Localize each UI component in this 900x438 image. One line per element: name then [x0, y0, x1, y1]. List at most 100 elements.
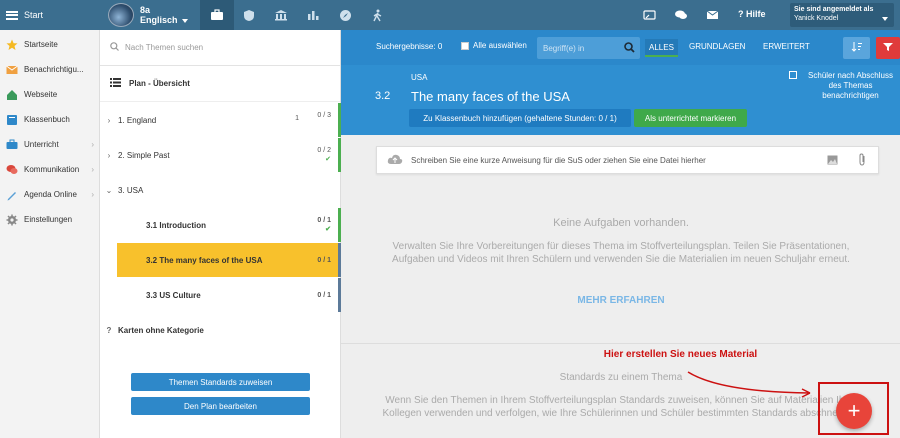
chevron-down-icon	[181, 18, 188, 23]
topic-row-simple-past[interactable]: › 2. Simple Past 0 / 2 ✔	[100, 138, 341, 172]
topic-progress: 0 / 1	[317, 292, 331, 299]
list-icon	[110, 78, 121, 89]
user-label: Sie sind angemeldet als	[794, 6, 874, 13]
sidebar-item-webseite[interactable]: Webseite	[0, 82, 99, 107]
class-avatar	[108, 3, 134, 27]
sidebar-item-startseite[interactable]: Startseite	[0, 32, 99, 57]
tab-alles[interactable]: ALLES	[645, 39, 678, 57]
gear-icon	[6, 214, 18, 226]
class-selector[interactable]: 8a Englisch	[108, 3, 188, 27]
add-to-classbook-button[interactable]: Zu Klassenbuch hinzufügen (gehaltene Stu…	[409, 109, 631, 127]
sidebar-item-label: Kommunikation	[24, 165, 80, 174]
sidebar-item-agenda-online[interactable]: Agenda Online ›	[0, 182, 99, 207]
book-icon	[6, 114, 18, 126]
topic-progress: 0 / 1	[317, 257, 331, 264]
mail-icon[interactable]	[695, 0, 729, 30]
checkbox-icon	[461, 41, 469, 50]
select-all-label: Alle auswählen	[473, 41, 527, 50]
instruction-input[interactable]: Schreiben Sie eine kurze Anweisung für d…	[376, 146, 879, 174]
parent-topic: USA	[411, 73, 428, 82]
sidebar-item-label: Klassenbuch	[24, 115, 70, 124]
chevron-right-icon: ›	[91, 140, 94, 149]
image-icon[interactable]	[827, 155, 838, 167]
top-bar: Start 8a Englisch ? Hilfe Sie sind angem…	[0, 0, 900, 30]
topic-row-introduction[interactable]: 3.1 Introduction 0 / 1 ✔	[100, 208, 341, 242]
briefcase-icon	[6, 139, 18, 151]
plan-title: Plan - Übersicht	[129, 79, 190, 88]
section-divider	[341, 343, 900, 344]
tab-grundlagen[interactable]: GRUNDLAGEN	[689, 42, 745, 51]
screen-share-icon[interactable]	[632, 0, 666, 30]
sidebar-item-einstellungen[interactable]: Einstellungen	[0, 207, 99, 232]
topic-row-england[interactable]: › 1. England 1 0 / 3	[100, 103, 341, 137]
topic-search-input[interactable]: Nach Themen suchen	[100, 30, 340, 66]
compass-icon[interactable]	[328, 0, 362, 30]
notify-students-checkbox[interactable]	[789, 71, 797, 79]
topic-label: 3.1 Introduction	[146, 220, 206, 230]
search-icon[interactable]	[624, 42, 635, 55]
topic-header: USA 3.2 The many faces of the USA Zu Kla…	[341, 65, 900, 135]
topic-lesson-count: 1	[295, 115, 299, 122]
topic-label: 1. England	[118, 115, 157, 125]
cloud-upload-icon	[387, 154, 403, 167]
topic-panel: Nach Themen suchen Plan - Übersicht › 1.…	[100, 30, 341, 438]
chevron-right-icon: ›	[107, 115, 111, 125]
chevron-down-icon	[882, 17, 888, 21]
shield-icon[interactable]	[232, 0, 266, 30]
assign-standards-button[interactable]: Themen Standards zuweisen	[131, 373, 310, 391]
search-icon	[110, 42, 119, 53]
topic-label: Karten ohne Kategorie	[118, 325, 204, 335]
house-icon	[6, 89, 18, 101]
sidebar-item-label: Startseite	[24, 40, 58, 49]
sort-button[interactable]	[843, 37, 870, 59]
chevron-right-icon: ›	[107, 150, 111, 160]
filter-icon	[883, 42, 893, 54]
chart-icon[interactable]	[296, 0, 330, 30]
briefcase-tab-icon[interactable]	[200, 0, 234, 30]
topic-label: 3.3 US Culture	[146, 290, 201, 300]
question-icon: ?	[106, 325, 112, 335]
menu-icon	[6, 10, 18, 20]
topic-label: 3.2 The many faces of the USA	[146, 255, 263, 265]
chat-bubble-icon[interactable]	[664, 0, 698, 30]
sidebar-item-kommunikation[interactable]: Kommunikation ›	[0, 157, 99, 182]
no-tasks-text: Keine Aufgaben vorhanden.	[553, 217, 689, 229]
sidebar-item-label: Benachrichtigu...	[24, 65, 84, 74]
filter-button[interactable]	[876, 37, 900, 59]
manage-info-text: Verwalten Sie Ihre Vorbereitungen für di…	[392, 241, 850, 265]
learn-more-link[interactable]: MEHR ERFAHREN	[371, 294, 871, 307]
topic-row-many-faces-selected[interactable]: 3.2 The many faces of the USA 0 / 1	[117, 243, 341, 277]
annotation-arrow	[687, 371, 811, 398]
paperclip-icon[interactable]	[858, 153, 866, 168]
topic-label: 3. USA	[118, 185, 144, 195]
plan-overview-header[interactable]: Plan - Übersicht	[100, 66, 340, 102]
select-all-checkbox[interactable]: Alle auswählen	[461, 41, 527, 50]
class-subject: Englisch	[140, 15, 188, 25]
search-placeholder: Begriff(e) in	[543, 43, 585, 53]
walking-person-icon[interactable]	[360, 0, 394, 30]
topic-progress: 0 / 3	[317, 112, 331, 119]
sidebar: Startseite Benachrichtigu... Webseite Kl…	[0, 30, 100, 438]
sidebar-item-label: Unterricht	[24, 140, 59, 149]
tab-erweitert[interactable]: ERWEITERT	[763, 42, 810, 51]
topic-row-usa[interactable]: ⌄ 3. USA	[100, 173, 341, 207]
sidebar-item-benachrichtigungen[interactable]: Benachrichtigu...	[0, 57, 99, 82]
instruction-placeholder: Schreiben Sie eine kurze Anweisung für d…	[411, 155, 706, 165]
help-button[interactable]: ? Hilfe	[738, 9, 766, 19]
topic-row-uncategorized[interactable]: ? Karten ohne Kategorie	[100, 313, 341, 347]
topic-row-us-culture[interactable]: 3.3 US Culture 0 / 1	[100, 278, 341, 312]
add-material-fab[interactable]: +	[836, 393, 872, 429]
sidebar-item-unterricht[interactable]: Unterricht ›	[0, 132, 99, 157]
start-label: Start	[24, 10, 44, 20]
chat-icon	[6, 164, 18, 176]
user-name: Yanick Knodel	[794, 15, 839, 22]
mark-taught-button[interactable]: Als unterrichtet markieren	[634, 109, 747, 127]
start-button[interactable]: Start	[0, 0, 100, 30]
term-search-input[interactable]: Begriff(e) in	[537, 37, 640, 59]
institution-icon[interactable]	[264, 0, 298, 30]
chevron-right-icon: ›	[91, 190, 94, 199]
chevron-right-icon: ›	[91, 165, 94, 174]
sidebar-item-klassenbuch[interactable]: Klassenbuch	[0, 107, 99, 132]
user-menu[interactable]: Sie sind angemeldet als Yanick Knodel	[790, 3, 894, 27]
edit-plan-button[interactable]: Den Plan bearbeiten	[131, 397, 310, 415]
